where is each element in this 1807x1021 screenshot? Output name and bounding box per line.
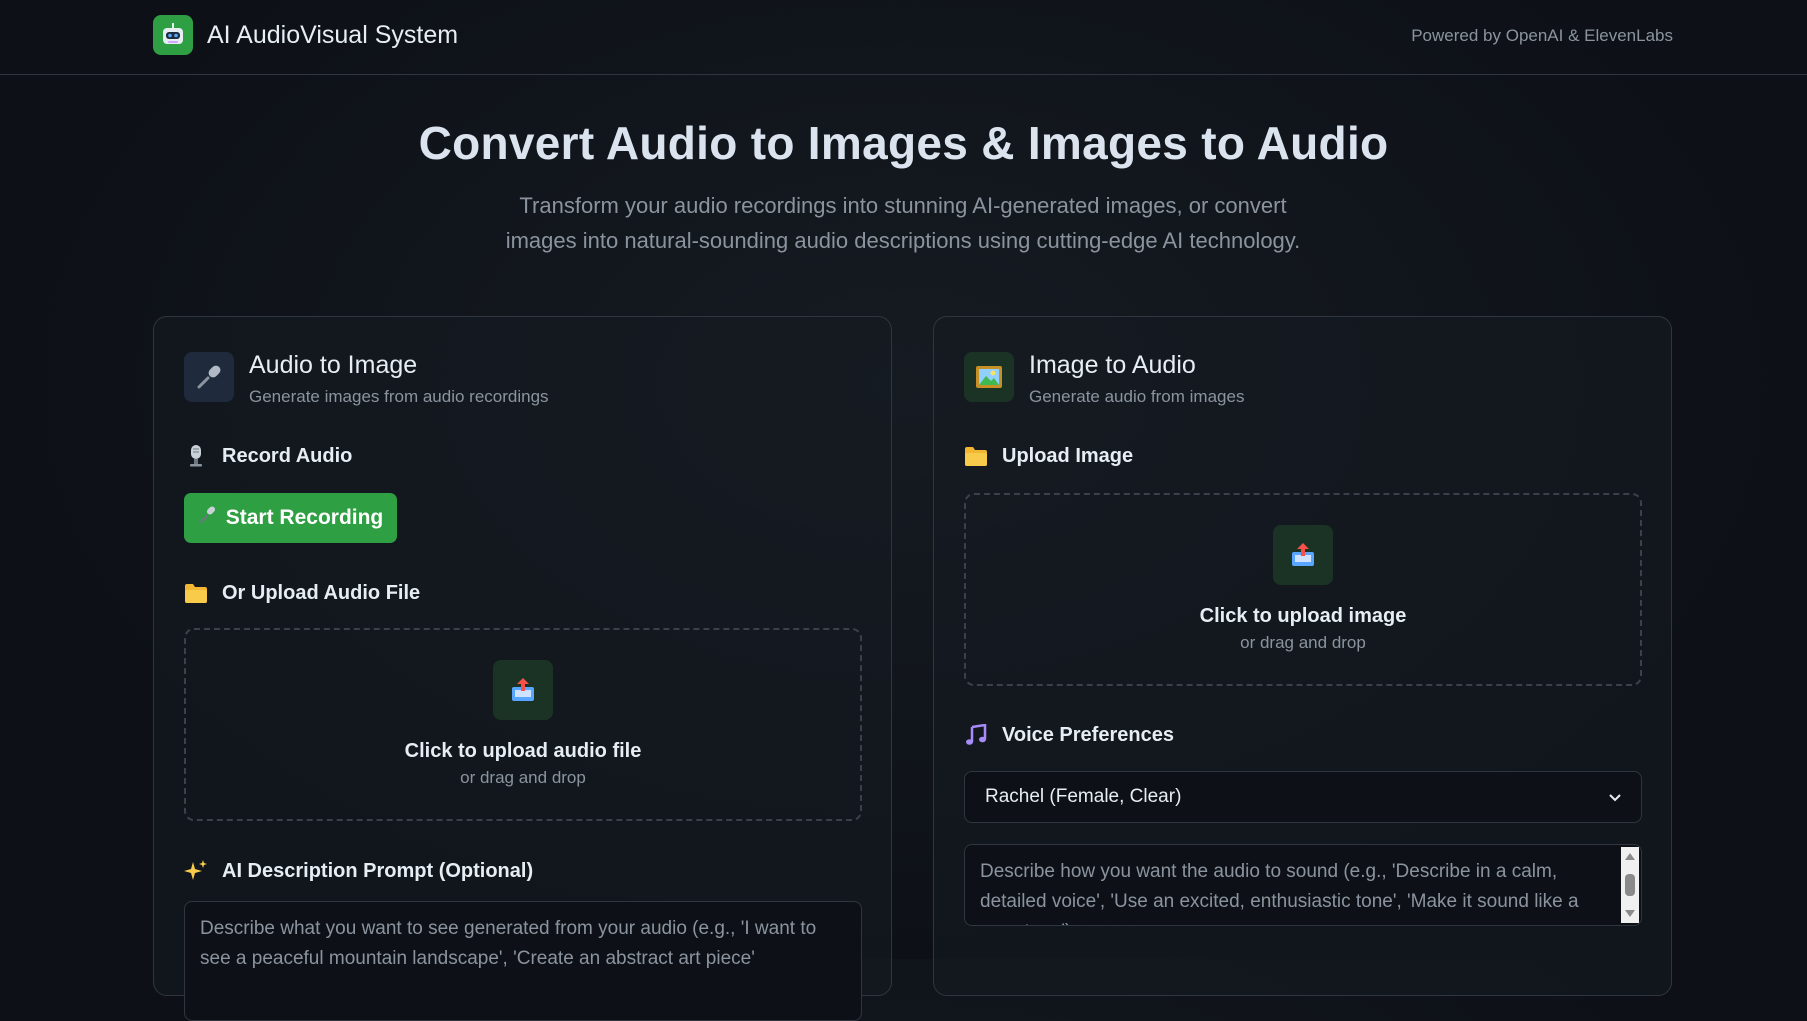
voice-style-textarea[interactable]: Describe how you want the audio to sound… xyxy=(964,844,1642,926)
card-title: Audio to Image xyxy=(249,351,418,379)
audio-dropzone-subtitle: or drag and drop xyxy=(460,768,586,787)
microphone-icon xyxy=(184,352,234,402)
sparkles-icon xyxy=(184,859,208,883)
textarea-scrollbar[interactable] xyxy=(1621,847,1639,923)
card-subtitle: Generate audio from images xyxy=(1029,387,1245,406)
record-audio-label: Record Audio xyxy=(184,444,352,468)
inbox-upload-icon xyxy=(493,660,553,720)
image-to-audio-card: Image to Audio Generate audio from image… xyxy=(933,316,1672,996)
app-title: AI AudioVisual System xyxy=(207,21,459,49)
scroll-thumb[interactable] xyxy=(1625,874,1635,896)
upload-audio-text: Or Upload Audio File xyxy=(222,581,421,604)
prompt-label-text: AI Description Prompt (Optional) xyxy=(222,859,534,882)
scroll-up-arrow-icon[interactable] xyxy=(1625,853,1635,860)
audio-to-image-card: Audio to Image Generate images from audi… xyxy=(153,316,892,1021)
card-subtitle: Generate images from audio recordings xyxy=(249,387,549,406)
image-dropzone[interactable]: Click to upload image or drag and drop xyxy=(964,493,1642,686)
microphone-icon xyxy=(198,505,218,531)
upload-image-label: Upload Image xyxy=(964,444,1133,468)
start-recording-label: Start Recording xyxy=(225,506,384,529)
folder-icon xyxy=(964,444,988,468)
audio-dropzone[interactable]: Click to upload audio file or drag and d… xyxy=(184,628,862,821)
upload-audio-label: Or Upload Audio File xyxy=(184,581,420,605)
voice-preferences-label: Voice Preferences xyxy=(964,723,1174,747)
powered-by-text: Powered by OpenAI & ElevenLabs xyxy=(1411,26,1673,45)
hero-subtitle: Transform your audio recordings into stu… xyxy=(453,188,1353,258)
folder-icon xyxy=(184,581,208,605)
voice-select[interactable]: Rachel (Female, Clear) xyxy=(964,771,1642,823)
prompt-textarea[interactable]: Describe what you want to see generated … xyxy=(184,901,862,1021)
music-note-icon xyxy=(964,723,988,747)
start-recording-button[interactable]: Start Recording xyxy=(184,493,397,543)
framed-picture-icon xyxy=(964,352,1014,402)
chevron-down-icon xyxy=(1609,786,1621,808)
scroll-down-arrow-icon[interactable] xyxy=(1625,910,1635,917)
voice-style-placeholder: Describe how you want the audio to sound… xyxy=(980,861,1579,925)
inbox-upload-icon xyxy=(1273,525,1333,585)
voice-select-value: Rachel (Female, Clear) xyxy=(985,786,1182,807)
hero-subtitle-line-1: Transform your audio recordings into stu… xyxy=(519,193,1287,218)
hero-title: Convert Audio to Images & Images to Audi… xyxy=(418,117,1389,169)
studio-microphone-icon xyxy=(184,444,208,468)
image-dropzone-title: Click to upload image xyxy=(1199,605,1407,627)
record-audio-text: Record Audio xyxy=(222,444,353,467)
top-header: AI AudioVisual System Powered by OpenAI … xyxy=(0,0,1807,75)
upload-image-text: Upload Image xyxy=(1002,444,1134,467)
prompt-label: AI Description Prompt (Optional) xyxy=(184,859,533,883)
hero-subtitle-line-2: images into natural-sounding audio descr… xyxy=(505,228,1301,253)
card-title: Image to Audio xyxy=(1029,351,1196,379)
voice-preferences-text: Voice Preferences xyxy=(1002,723,1174,746)
image-dropzone-subtitle: or drag and drop xyxy=(1240,633,1366,652)
audio-dropzone-title: Click to upload audio file xyxy=(404,740,642,762)
robot-icon xyxy=(153,15,193,55)
